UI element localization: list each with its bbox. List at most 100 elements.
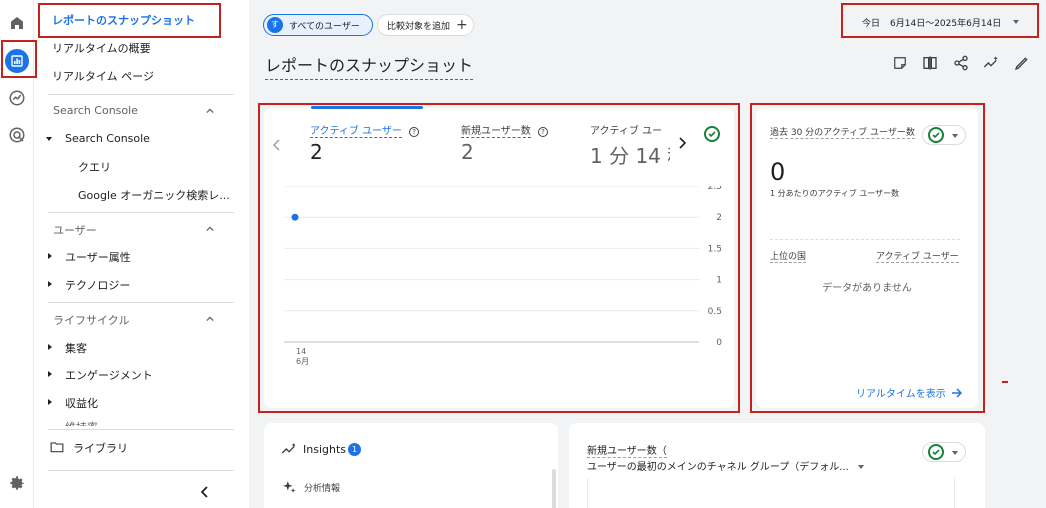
note-icon[interactable] — [893, 56, 907, 70]
col-active-users: アクティブ ユーザー — [876, 252, 959, 263]
metric-tab-label: アクティブ ユーザー — [310, 126, 402, 138]
metric-tab-label: 新規ユーザー数 — [461, 126, 531, 138]
check-circle-icon — [928, 127, 944, 143]
chart-axis — [954, 478, 955, 508]
y-tick-label: 2 — [716, 213, 722, 223]
section-user[interactable]: ユーザー — [53, 222, 97, 238]
caret-right-icon[interactable] — [48, 253, 52, 259]
arrow-right-icon — [951, 387, 962, 398]
caret-right-icon[interactable] — [48, 371, 52, 377]
insights-title: Insights — [303, 443, 347, 456]
chart-axis — [587, 478, 588, 508]
reports-icon[interactable] — [4, 48, 30, 74]
metric-tab-engagement[interactable]: アクティブ ユー 1 分 14 秒 — [590, 118, 670, 168]
nav-group-acquisition[interactable]: 集客 — [65, 340, 87, 356]
check-circle-icon — [928, 444, 944, 460]
report-nav: レポートのスナップショット リアルタイムの概要 リアルタイム ページ Searc… — [38, 0, 248, 508]
chevron-right-icon[interactable] — [677, 136, 687, 150]
date-range-picker[interactable]: 今日 6月14日～2025年6月14日 — [844, 8, 1034, 36]
segment-label: すべてのユーザー — [289, 21, 360, 32]
active-users-chart: 2.5 2 1.5 1 0.5 0 146月 — [284, 186, 722, 366]
collapse-nav-icon[interactable] — [200, 486, 210, 498]
caret-down-icon[interactable] — [46, 137, 52, 141]
insights-card: Insights 1 分析情報 — [264, 423, 558, 508]
metric-value: 2 — [310, 140, 323, 164]
y-tick-label: 0.5 — [708, 307, 722, 317]
help-icon[interactable]: ? — [409, 127, 420, 137]
segment-chip[interactable]: す すべてのユーザー — [263, 14, 373, 36]
realtime-card: 過去 30 分のアクティブ ユーザー数 0 1 分あたりのアクティブ ユーザー数… — [756, 108, 978, 408]
date-prefix: 今日 — [862, 18, 881, 29]
insights-count-badge: 1 — [348, 443, 361, 456]
home-icon[interactable] — [4, 10, 30, 36]
settings-icon[interactable] — [4, 470, 30, 496]
caret-down-icon — [952, 451, 958, 455]
nav-item-realtime-page[interactable]: リアルタイム ページ — [52, 68, 154, 84]
top-bar: す すべてのユーザー 比較対象を追加 + 今日 6月14日～2025年6月14日 — [249, 0, 1046, 48]
caret-right-icon[interactable] — [48, 344, 52, 350]
insights-sparkle-icon[interactable] — [983, 55, 999, 71]
nav-divider — [48, 212, 234, 213]
nav-group-engagement[interactable]: エンゲージメント — [65, 367, 153, 383]
nav-divider — [48, 470, 234, 471]
chevron-up-icon[interactable] — [206, 315, 214, 323]
left-rail — [0, 0, 34, 508]
caret-right-icon[interactable] — [48, 399, 52, 405]
nav-divider — [48, 94, 234, 95]
view-realtime-link[interactable]: リアルタイムを表示 — [856, 385, 963, 400]
sparkline-area — [770, 239, 960, 240]
chevron-up-icon[interactable] — [206, 107, 214, 115]
realtime-title: 過去 30 分のアクティブ ユーザー数 — [770, 126, 916, 141]
nav-item-library[interactable]: ライブラリ — [73, 440, 128, 456]
comparison-status-button[interactable] — [922, 125, 966, 145]
nav-item-query[interactable]: クエリ — [78, 159, 111, 175]
data-point[interactable] — [291, 213, 299, 221]
section-search-console[interactable]: Search Console — [53, 104, 138, 117]
new-users-card: 新規ユーザー数（ ユーザーの最初のメインのチャネル グループ（デフォル... — [569, 423, 985, 508]
sparkle-icon — [283, 481, 296, 493]
y-tick-label: 0 — [716, 338, 722, 348]
nav-group-technology[interactable]: テクノロジー — [65, 277, 130, 293]
nav-item-realtime-overview[interactable]: リアルタイムの概要 — [52, 40, 151, 56]
y-tick-label: 2.5 — [708, 186, 722, 192]
col-country: 上位の国 — [770, 252, 807, 263]
nav-item-organic[interactable]: Google オーガニック検索レ... — [78, 187, 230, 203]
new-users-title-line2[interactable]: ユーザーの最初のメインのチャネル グループ（デフォル... — [587, 458, 865, 473]
metric-tab-new-users[interactable]: 新規ユーザー数 ? — [461, 122, 548, 138]
section-lifecycle[interactable]: ライフサイクル — [53, 312, 129, 328]
scrollbar[interactable] — [552, 469, 556, 508]
nav-item-snapshot[interactable]: レポートのスナップショット — [52, 12, 195, 28]
caret-down-icon — [1013, 20, 1020, 24]
caret-right-icon[interactable] — [48, 281, 52, 287]
active-tab-indicator — [311, 106, 423, 109]
insights-item[interactable]: 分析情報 — [304, 481, 340, 494]
page-title: レポートのスナップショット — [265, 52, 474, 80]
compare-icon[interactable] — [922, 55, 938, 71]
new-users-title-line1: 新規ユーザー数（ — [587, 446, 667, 458]
help-icon[interactable]: ? — [538, 127, 548, 137]
x-tick-label-month: 6月 — [296, 357, 309, 366]
advertising-icon[interactable] — [4, 122, 30, 148]
nav-group-user-attributes[interactable]: ユーザー属性 — [65, 249, 131, 265]
realtime-title-text: 過去 30 分のアクティブ ユーザー数 — [770, 128, 915, 139]
nav-group-search-console[interactable]: Search Console — [65, 132, 150, 145]
metric-tab-label: アクティブ ユー — [590, 126, 663, 137]
caret-down-icon — [952, 134, 958, 138]
segment-badge: す — [267, 17, 283, 33]
nav-group-retention[interactable]: 維持率 — [65, 419, 98, 426]
annotation-mark — [1002, 381, 1008, 383]
add-comparison-button[interactable]: 比較対象を追加 + — [377, 14, 474, 36]
empty-state: データがありません — [822, 283, 912, 294]
realtime-value: 0 — [770, 158, 786, 186]
edit-icon[interactable] — [1014, 55, 1030, 71]
check-circle-icon[interactable] — [704, 126, 720, 142]
x-tick-label-day: 14 — [296, 347, 306, 356]
share-icon[interactable] — [953, 55, 969, 71]
explore-icon[interactable] — [4, 85, 30, 111]
comparison-status-button[interactable] — [922, 442, 966, 462]
metric-tab-active-users[interactable]: アクティブ ユーザー ? — [310, 122, 420, 138]
nav-divider — [48, 429, 234, 430]
chevron-up-icon[interactable] — [206, 225, 214, 233]
nav-group-monetization[interactable]: 収益化 — [65, 395, 98, 411]
chevron-left-icon[interactable] — [272, 138, 282, 152]
